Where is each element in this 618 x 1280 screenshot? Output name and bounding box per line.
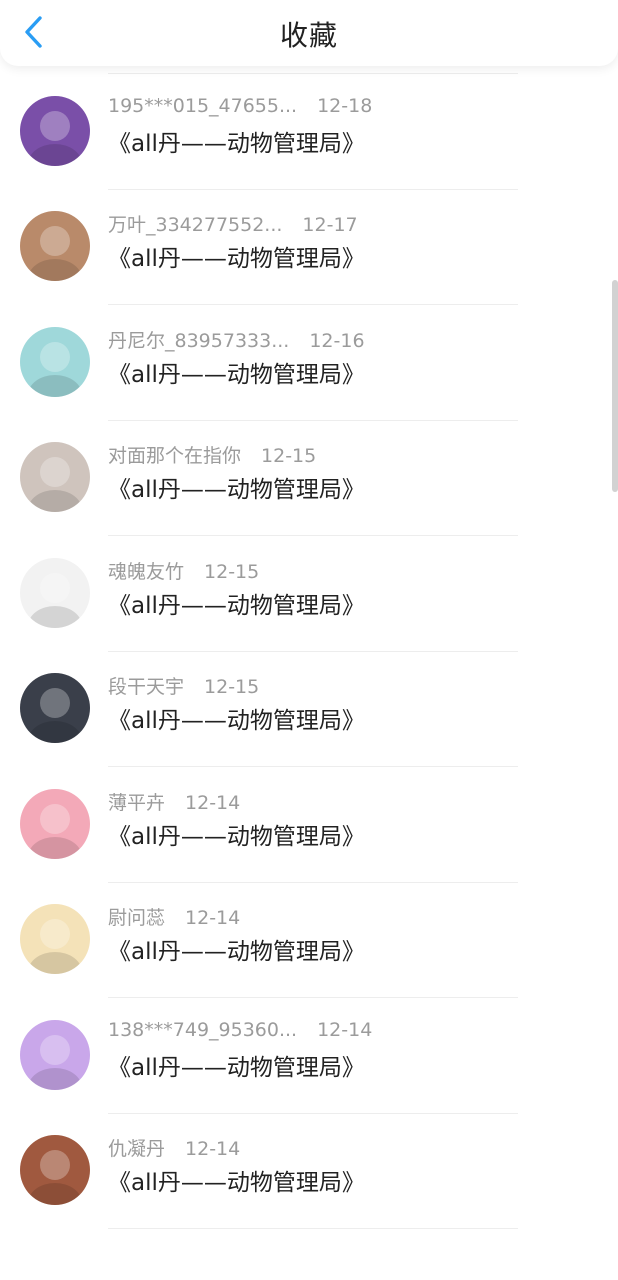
page-title: 收藏 xyxy=(279,19,338,52)
work-title[interactable]: 《all丹——动物管理局》 xyxy=(108,1163,365,1197)
item-date: 12-14 xyxy=(185,792,241,814)
divider xyxy=(108,535,518,536)
list-item[interactable]: 段干天宇 12-15 《all丹——动物管理局》 xyxy=(0,658,600,773)
item-meta: 尉问蕊 12-14 xyxy=(108,903,240,929)
user-name[interactable]: 195***015_47655... xyxy=(108,95,297,117)
scrollbar[interactable] xyxy=(612,280,618,492)
item-date: 12-15 xyxy=(261,445,317,467)
item-meta: 万叶_334277552... 12-17 xyxy=(108,210,358,236)
user-name[interactable]: 丹尼尔_83957333... xyxy=(108,326,289,353)
avatar[interactable] xyxy=(20,211,90,281)
avatar[interactable] xyxy=(20,1135,90,1205)
list-item[interactable]: 仇凝丹 12-14 《all丹——动物管理局》 xyxy=(0,1120,600,1235)
item-meta: 对面那个在指你 12-15 xyxy=(108,441,316,467)
item-date: 12-17 xyxy=(302,214,358,236)
user-name[interactable]: 薄平卉 xyxy=(108,788,165,815)
work-title[interactable]: 《all丹——动物管理局》 xyxy=(108,124,365,158)
divider xyxy=(108,766,518,767)
divider xyxy=(108,1113,518,1114)
list-item[interactable]: 丹尼尔_83957333... 12-16 《all丹——动物管理局》 xyxy=(0,312,600,427)
avatar[interactable] xyxy=(20,673,90,743)
avatar[interactable] xyxy=(20,904,90,974)
work-title[interactable]: 《all丹——动物管理局》 xyxy=(108,239,365,273)
list-item[interactable]: 薄平卉 12-14 《all丹——动物管理局》 xyxy=(0,774,600,889)
list-item[interactable]: 魂魄友竹 12-15 《all丹——动物管理局》 xyxy=(0,543,600,658)
user-name[interactable]: 138***749_95360... xyxy=(108,1019,297,1041)
item-date: 12-14 xyxy=(185,907,241,929)
user-name[interactable]: 仇凝丹 xyxy=(108,1134,165,1161)
list-item[interactable]: 万叶_334277552... 12-17 《all丹——动物管理局》 xyxy=(0,196,600,311)
item-date: 12-16 xyxy=(309,330,365,352)
divider xyxy=(108,1228,518,1229)
work-title[interactable]: 《all丹——动物管理局》 xyxy=(108,470,365,504)
favorites-page: 《all丹——动物管理局》 195***015_47655... 12-18 《all… xyxy=(0,0,618,1280)
item-date: 12-18 xyxy=(317,95,373,117)
avatar[interactable] xyxy=(20,442,90,512)
user-name[interactable]: 魂魄友竹 xyxy=(108,557,184,584)
user-name[interactable]: 万叶_334277552... xyxy=(108,210,282,237)
work-title[interactable]: 《all丹——动物管理局》 xyxy=(108,701,365,735)
divider xyxy=(108,73,518,74)
work-title[interactable]: 《all丹——动物管理局》 xyxy=(108,932,365,966)
divider xyxy=(108,651,518,652)
item-date: 12-15 xyxy=(204,561,260,583)
avatar[interactable] xyxy=(20,558,90,628)
item-meta: 195***015_47655... 12-18 xyxy=(108,95,372,121)
avatar[interactable] xyxy=(20,96,90,166)
top-bar: 收藏 xyxy=(0,0,618,66)
item-meta: 仇凝丹 12-14 xyxy=(108,1134,240,1160)
item-date: 12-15 xyxy=(204,676,260,698)
list-item[interactable]: 138***749_95360... 12-14 《all丹——动物管理局》 xyxy=(0,1005,600,1120)
user-name[interactable]: 对面那个在指你 xyxy=(108,441,241,468)
divider xyxy=(108,189,518,190)
avatar[interactable] xyxy=(20,1020,90,1090)
item-meta: 薄平卉 12-14 xyxy=(108,788,240,814)
divider xyxy=(108,882,518,883)
item-meta: 138***749_95360... 12-14 xyxy=(108,1019,372,1045)
work-title[interactable]: 《all丹——动物管理局》 xyxy=(108,817,365,851)
avatar[interactable] xyxy=(20,789,90,859)
item-date: 12-14 xyxy=(317,1019,373,1041)
item-meta: 段干天宇 12-15 xyxy=(108,672,259,698)
work-title[interactable]: 《all丹——动物管理局》 xyxy=(108,1048,365,1082)
divider xyxy=(108,420,518,421)
item-date: 12-14 xyxy=(185,1138,241,1160)
divider xyxy=(108,997,518,998)
avatar[interactable] xyxy=(20,327,90,397)
item-meta: 丹尼尔_83957333... 12-16 xyxy=(108,326,365,352)
work-title[interactable]: 《all丹——动物管理局》 xyxy=(108,355,365,389)
work-title[interactable]: 《all丹——动物管理局》 xyxy=(108,586,365,620)
user-name[interactable]: 尉问蕊 xyxy=(108,903,165,930)
list-item[interactable]: 尉问蕊 12-14 《all丹——动物管理局》 xyxy=(0,889,600,1004)
item-meta: 魂魄友竹 12-15 xyxy=(108,557,259,583)
user-name[interactable]: 段干天宇 xyxy=(108,672,184,699)
list-item[interactable]: 195***015_47655... 12-18 《all丹——动物管理局》 xyxy=(0,81,600,196)
divider xyxy=(108,304,518,305)
list-item[interactable]: 对面那个在指你 12-15 《all丹——动物管理局》 xyxy=(0,427,600,542)
